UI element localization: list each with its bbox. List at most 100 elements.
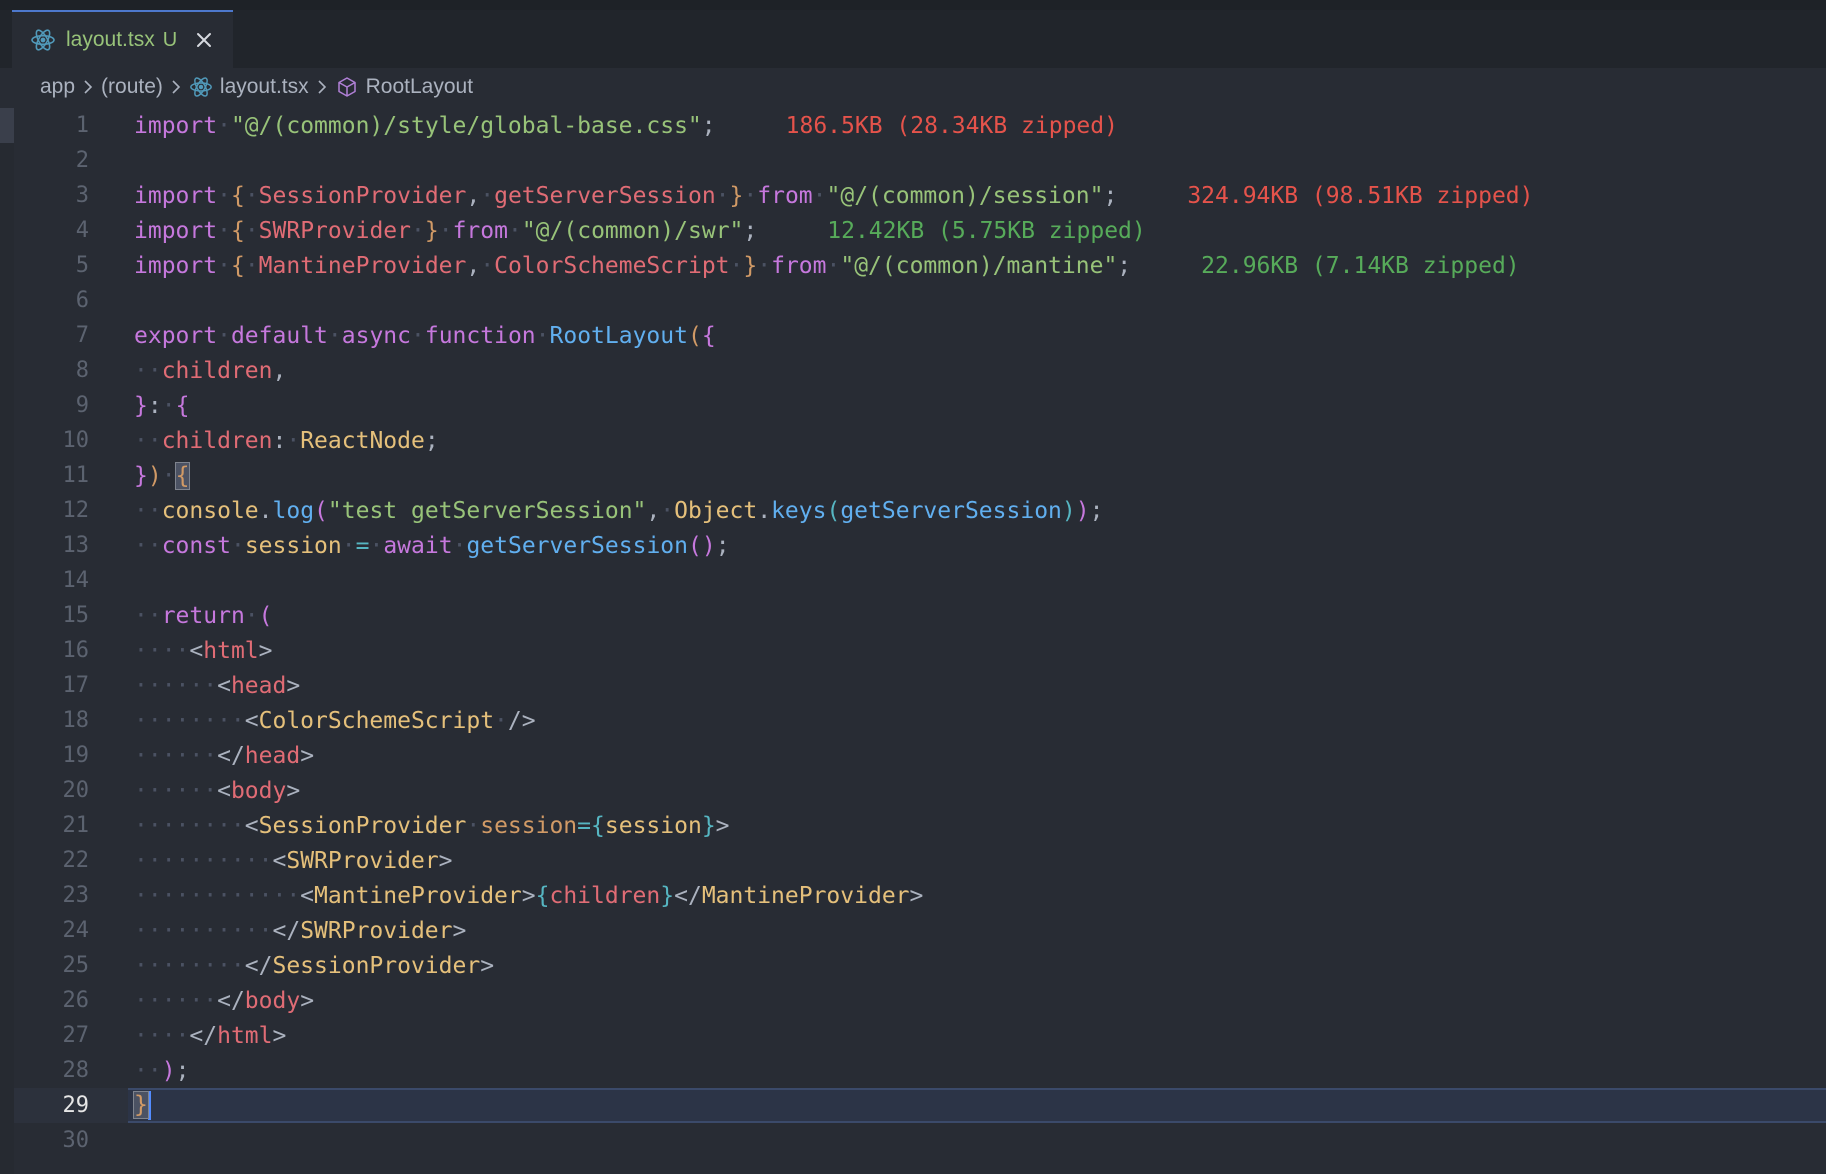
line-number: 8 bbox=[75, 358, 89, 383]
line-number: 12 bbox=[62, 498, 90, 523]
code-token: import bbox=[134, 182, 218, 209]
code-token: ColorSchemeScript bbox=[258, 707, 495, 734]
line-number: 17 bbox=[62, 673, 90, 698]
code-line[interactable]: 23 ············<MantineProvider>{childre… bbox=[14, 878, 1826, 913]
code-token: "@/(common)/style/global-base.css" bbox=[230, 112, 702, 139]
code-token: "test getServerSession" bbox=[327, 497, 647, 524]
code-token: console bbox=[161, 497, 259, 524]
chevron-right-icon bbox=[318, 80, 326, 94]
chevron-right-icon bbox=[172, 80, 181, 94]
code-token: getServerSession bbox=[466, 532, 688, 559]
import-size-hint: 186.5KB (28.34KB zipped) bbox=[785, 112, 1118, 139]
close-icon[interactable] bbox=[193, 29, 215, 51]
code-token: SWRProvider bbox=[286, 847, 439, 874]
line-number: 4 bbox=[75, 218, 89, 243]
tab-layout-tsx[interactable]: layout.tsx U bbox=[12, 10, 233, 68]
code-token: body bbox=[230, 777, 287, 804]
code-line[interactable]: 10 ··children:·ReactNode; bbox=[14, 423, 1826, 458]
code-line[interactable]: 6 bbox=[14, 283, 1826, 318]
code-token: getServerSession bbox=[494, 182, 716, 209]
code-line[interactable]: 8 ··children, bbox=[14, 353, 1826, 388]
code-token: import bbox=[134, 252, 218, 279]
code-line[interactable]: 7 export·default·async·function·RootLayo… bbox=[14, 318, 1826, 353]
line-number: 18 bbox=[62, 708, 90, 733]
code-token: MantineProvider bbox=[314, 882, 522, 909]
code-line[interactable]: 4 import·{·SWRProvider·}·from·"@/(common… bbox=[14, 213, 1826, 248]
code-token: Object bbox=[674, 497, 758, 524]
code-token: SWRProvider bbox=[258, 217, 411, 244]
code-token: html bbox=[217, 1022, 273, 1049]
code-line[interactable]: 30 bbox=[14, 1123, 1826, 1158]
code-token: SWRProvider bbox=[300, 917, 453, 944]
breadcrumb-item-symbol[interactable]: RootLayout bbox=[366, 75, 473, 99]
code-line[interactable]: 18 ········<ColorSchemeScript·/> bbox=[14, 703, 1826, 738]
code-line[interactable]: 2 bbox=[14, 143, 1826, 178]
code-line[interactable]: 1 import·"@/(common)/style/global-base.c… bbox=[14, 108, 1826, 143]
code-line[interactable]: 25 ········</SessionProvider> bbox=[14, 948, 1826, 983]
code-editor[interactable]: 1 import·"@/(common)/style/global-base.c… bbox=[0, 106, 1826, 1174]
code-line-current[interactable]: 29 } bbox=[14, 1088, 1826, 1123]
code-line[interactable]: 5 import·{·MantineProvider,·ColorSchemeS… bbox=[14, 248, 1826, 283]
code-token: session bbox=[604, 812, 702, 839]
chevron-right-icon bbox=[84, 80, 93, 94]
code-token: RootLayout bbox=[549, 322, 688, 349]
line-number: 27 bbox=[62, 1023, 90, 1048]
code-line[interactable]: 3 import·{·SessionProvider,·getServerSes… bbox=[14, 178, 1826, 213]
code-token: return bbox=[161, 602, 245, 629]
code-line[interactable]: 20 ······<body> bbox=[14, 773, 1826, 808]
code-token: await bbox=[383, 532, 453, 559]
code-line[interactable]: 13 ··const·session·=·await·getServerSess… bbox=[14, 528, 1826, 563]
code-token: import bbox=[134, 217, 218, 244]
line-number: 6 bbox=[75, 288, 89, 313]
line-number: 30 bbox=[62, 1128, 90, 1153]
line-number: 3 bbox=[75, 183, 89, 208]
line-number: 21 bbox=[62, 813, 90, 838]
line-number: 7 bbox=[75, 323, 89, 348]
code-line[interactable]: 12 ··console.log("test getServerSession"… bbox=[14, 493, 1826, 528]
code-token: session bbox=[480, 812, 578, 839]
react-icon bbox=[190, 77, 212, 97]
line-number: 29 bbox=[62, 1093, 90, 1118]
code-token: SessionProvider bbox=[258, 182, 467, 209]
import-size-hint: 324.94KB (98.51KB zipped) bbox=[1187, 182, 1534, 209]
code-token: getServerSession bbox=[840, 497, 1062, 524]
code-token: head bbox=[230, 672, 287, 699]
code-line[interactable]: 21 ········<SessionProvider·session={ses… bbox=[14, 808, 1826, 843]
code-line[interactable]: 16 ····<html> bbox=[14, 633, 1826, 668]
code-token: session bbox=[244, 532, 342, 559]
code-line[interactable]: 22 ··········<SWRProvider> bbox=[14, 843, 1826, 878]
code-line[interactable]: 11 })·{ bbox=[14, 458, 1826, 493]
code-token: children bbox=[549, 882, 661, 909]
breadcrumb-item-app[interactable]: app bbox=[40, 75, 75, 99]
line-number: 14 bbox=[62, 568, 90, 593]
line-number: 26 bbox=[62, 988, 90, 1013]
breadcrumb-item-file[interactable]: layout.tsx bbox=[220, 75, 309, 99]
code-line[interactable]: 28 ··); bbox=[14, 1053, 1826, 1088]
symbol-method-icon bbox=[337, 77, 356, 97]
code-line[interactable]: 14 bbox=[14, 563, 1826, 598]
line-number: 15 bbox=[62, 603, 90, 628]
code-line[interactable]: 26 ······</body> bbox=[14, 983, 1826, 1018]
code-token: function bbox=[424, 322, 536, 349]
tab-filename: layout.tsx bbox=[66, 28, 155, 51]
gutter-marker bbox=[0, 108, 14, 143]
line-number: 10 bbox=[62, 428, 90, 453]
line-number: 22 bbox=[62, 848, 90, 873]
code-line[interactable]: 19 ······</head> bbox=[14, 738, 1826, 773]
line-number: 11 bbox=[62, 463, 90, 488]
code-token: const bbox=[161, 532, 231, 559]
code-line[interactable]: 9 }:·{ bbox=[14, 388, 1826, 423]
code-token: export bbox=[134, 322, 218, 349]
code-line[interactable]: 17 ······<head> bbox=[14, 668, 1826, 703]
line-number: 28 bbox=[62, 1058, 90, 1083]
code-line[interactable]: 15 ··return·( bbox=[14, 598, 1826, 633]
code-token: children bbox=[161, 427, 273, 454]
code-token: ReactNode bbox=[300, 427, 425, 454]
code-line[interactable]: 27 ····</html> bbox=[14, 1018, 1826, 1053]
line-number: 16 bbox=[62, 638, 90, 663]
code-token: MantineProvider bbox=[258, 252, 467, 279]
breadcrumb-item-route[interactable]: (route) bbox=[101, 75, 163, 99]
line-number: 13 bbox=[62, 533, 90, 558]
code-line[interactable]: 24 ··········</SWRProvider> bbox=[14, 913, 1826, 948]
code-token: MantineProvider bbox=[701, 882, 910, 909]
